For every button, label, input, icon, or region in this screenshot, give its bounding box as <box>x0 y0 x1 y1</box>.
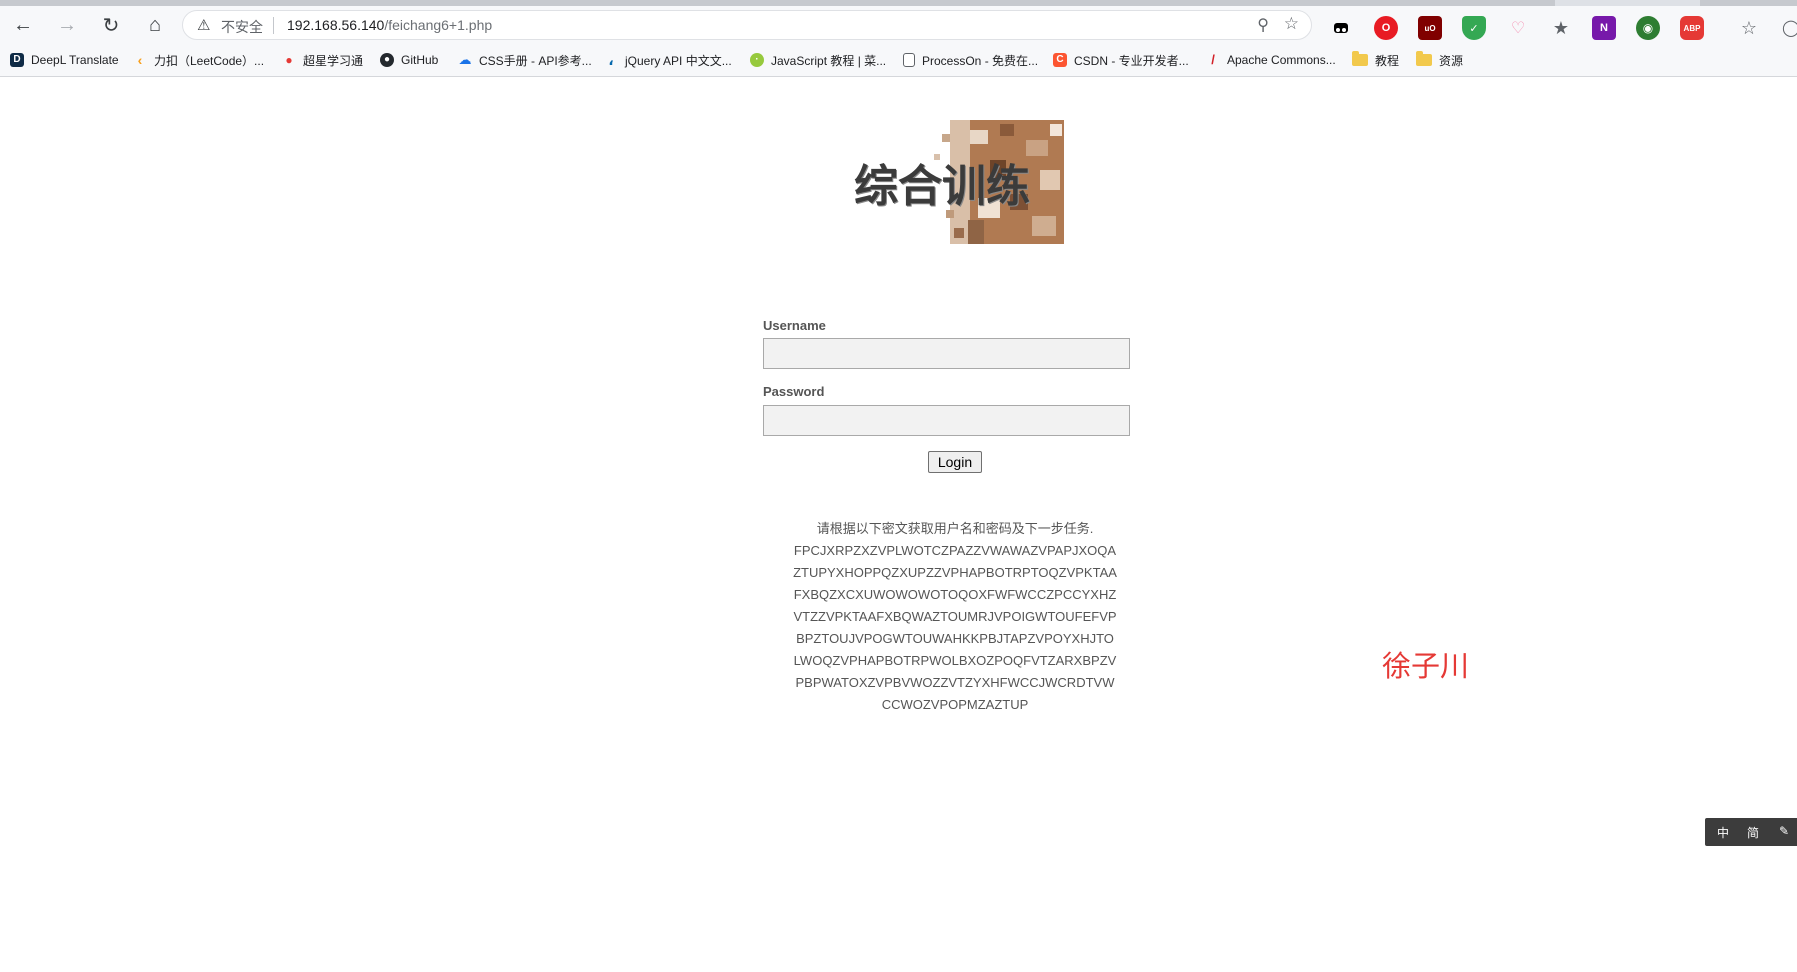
bookmark-leetcode[interactable]: ‹ 力扣（LeetCode）... <box>133 50 264 70</box>
apache-feather-icon: / <box>1211 52 1215 67</box>
ime-mode-toggle[interactable]: 中 <box>1717 824 1729 841</box>
back-icon[interactable]: ← <box>6 10 40 40</box>
bookmark-label: 力扣（LeetCode）... <box>154 53 265 68</box>
bookmark-label: CSS手册 - API参考... <box>479 53 592 68</box>
bookmark-processon[interactable]: ProcessOn - 免费在... <box>903 50 1038 70</box>
bookmark-label: Apache Commons... <box>1227 53 1336 67</box>
bookmark-chaoxing[interactable]: ● 超星学习通 <box>282 50 363 70</box>
bookmark-jquery[interactable]: ، jQuery API 中文文... <box>604 50 732 70</box>
address-separator <box>273 17 274 34</box>
bookmark-deepl[interactable]: D DeepL Translate <box>10 50 119 70</box>
bookmark-label: ProcessOn - 免费在... <box>922 53 1039 68</box>
bookmark-label: 教程 <box>1375 53 1400 68</box>
address-bar[interactable]: ⚠ 不安全 192.168.56.140/feichang6+1.php ⚲ ☆ <box>182 10 1312 40</box>
username-label: Username <box>763 318 826 333</box>
globe-icon[interactable]: ◉ <box>1636 16 1660 40</box>
cipher-line: PBPWATOXZVPBVWOZZVTZYXHFWCCJWCRDTVW <box>795 675 1115 690</box>
jquery-icon: ، <box>608 52 614 68</box>
bookmarks-bar: D DeepL Translate ‹ 力扣（LeetCode）... ● 超星学习通… <box>0 44 1797 77</box>
author-name: 徐子川 <box>1382 649 1470 683</box>
cat-icon[interactable]: ♡ <box>1506 16 1530 40</box>
chaoxing-icon: ● <box>285 53 293 67</box>
adblock-plus-icon[interactable]: ABP <box>1680 16 1704 40</box>
cipher-line: FPCJXRPZXZVPLWOTCZPAZZVWAWAZVPAPJXOQA <box>793 543 1117 558</box>
browser-toolbar: ← → ↻ ⌂ ⚠ 不安全 192.168.56.140/feichang6+1… <box>0 6 1797 44</box>
ublock-icon[interactable]: uO <box>1418 16 1442 40</box>
home-icon[interactable]: ⌂ <box>138 10 172 40</box>
bookmark-label: 超星学习通 <box>303 53 364 68</box>
leetcode-icon: ‹ <box>137 52 143 68</box>
bookmark-css[interactable]: ☁ CSS手册 - API参考... <box>458 50 592 70</box>
runoob-icon: · <box>750 53 764 67</box>
bookmark-label: CSDN - 专业开发者... <box>1074 53 1189 68</box>
password-input[interactable] <box>763 405 1130 436</box>
bookmark-label: 资源 <box>1439 53 1464 68</box>
star-icon[interactable]: ★ <box>1549 16 1573 40</box>
bookmark-label: JavaScript 教程 | 菜... <box>771 53 887 68</box>
bookmark-folder-resources[interactable]: 资源 <box>1416 50 1463 70</box>
add-favorite-icon[interactable]: ☆ <box>1284 14 1299 34</box>
bookmark-github[interactable]: ● GitHub <box>380 50 438 70</box>
cipher-line: LWOQZVPHAPBOTRPWOLBXOZPOQFVTZARXBPZV <box>793 653 1117 668</box>
shield-check-icon[interactable]: ✓ <box>1462 16 1486 40</box>
url-host: 192.168.56.140 <box>287 17 385 33</box>
zoom-icon[interactable]: ⚲ <box>1257 15 1269 35</box>
cipher-line: BPZTOUJVPOGWTOUWAHKKPBJTAPZVPOYXHJTO <box>796 631 1114 646</box>
instruction-text: 请根据以下密文获取用户名和密码及下一步任务. <box>816 521 1094 536</box>
pen-icon[interactable]: ✎ <box>1779 824 1789 838</box>
security-label[interactable]: 不安全 <box>221 17 263 37</box>
logo-title: 综合训练 <box>854 161 1030 212</box>
cipher-line: VTZZVPKTAAFXBQWAZTOUMRJVPOIGWTOUFEFVP <box>793 609 1117 624</box>
forward-icon[interactable]: → <box>50 10 84 40</box>
favorites-icon[interactable]: ☆ <box>1737 16 1761 40</box>
cipher-block: 请根据以下密文获取用户名和密码及下一步任务. FPCJXRPZXZVPLWOTC… <box>740 518 1170 716</box>
profile-icon[interactable]: ◯ <box>1779 16 1797 40</box>
bookmark-javascript[interactable]: · JavaScript 教程 | 菜... <box>750 50 886 70</box>
ime-toolbar: 中 简 ✎ <box>1705 818 1797 846</box>
logo: 综合训练 <box>850 120 1064 244</box>
tampermonkey-icon[interactable] <box>1329 16 1353 40</box>
onenote-icon[interactable]: N <box>1592 16 1616 40</box>
bookmark-apache[interactable]: / Apache Commons... <box>1206 50 1336 70</box>
opera-icon[interactable]: O <box>1374 16 1398 40</box>
cipher-line: CCWOZVPOPMZAZTUP <box>881 697 1029 712</box>
bookmark-csdn[interactable]: C CSDN - 专业开发者... <box>1053 50 1189 70</box>
bookmark-label: jQuery API 中文文... <box>625 53 732 68</box>
cipher-line: ZTUPYXHOPPQZXUPZZVPHAPBOTRPTOQZVPKTAA <box>793 565 1117 580</box>
cloud-icon: ☁ <box>458 52 472 67</box>
github-icon: ● <box>380 53 394 67</box>
reload-icon[interactable]: ↻ <box>94 10 128 40</box>
bookmark-folder-tutorials[interactable]: 教程 <box>1352 50 1399 70</box>
ime-script-toggle[interactable]: 简 <box>1747 824 1759 841</box>
url-text[interactable]: 192.168.56.140/feichang6+1.php <box>287 17 492 33</box>
bookmark-label: DeepL Translate <box>31 53 119 67</box>
password-label: Password <box>763 384 825 399</box>
login-button[interactable]: Login <box>928 451 982 473</box>
bookmark-label: GitHub <box>401 53 439 67</box>
folder-icon <box>1352 51 1368 66</box>
username-input[interactable] <box>763 338 1130 369</box>
csdn-icon: C <box>1053 53 1067 67</box>
url-path: /feichang6+1.php <box>384 17 493 33</box>
deepl-icon: D <box>10 53 24 67</box>
page-icon <box>903 53 915 67</box>
cipher-line: FXBQZXCXUWOWOWOTOQOXFWFWCCZPCCYXHZ <box>793 587 1117 602</box>
warning-icon[interactable]: ⚠ <box>197 16 210 34</box>
folder-icon <box>1416 51 1432 66</box>
